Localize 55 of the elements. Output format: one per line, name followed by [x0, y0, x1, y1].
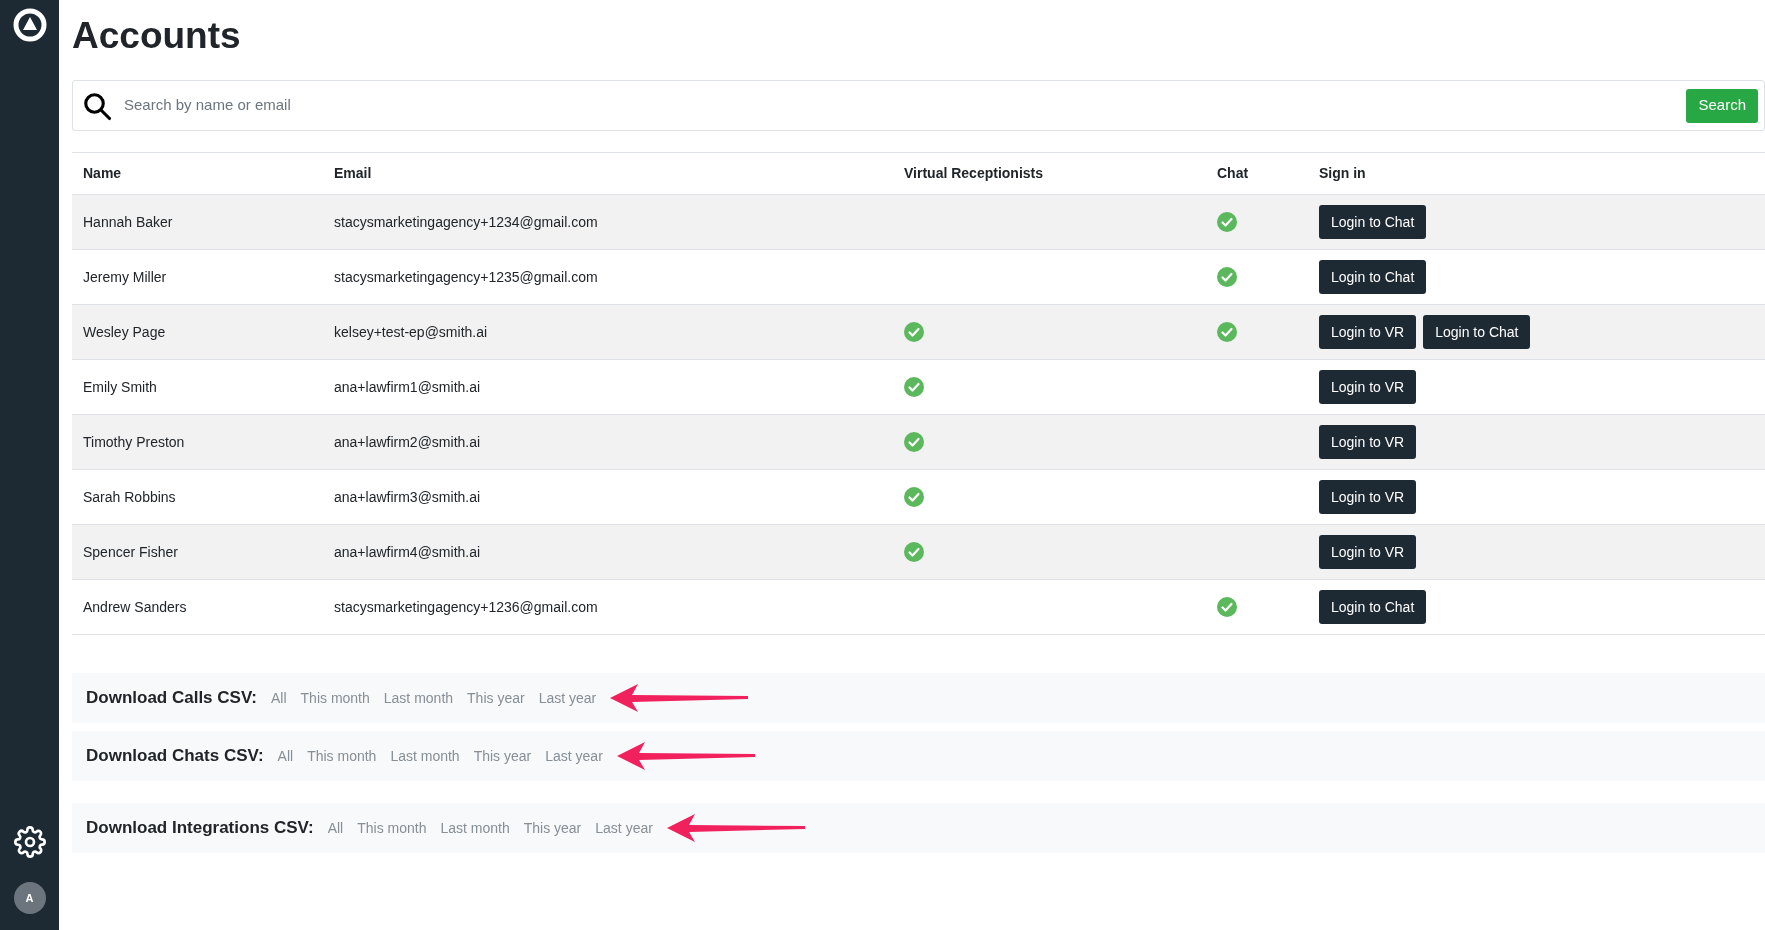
column-header: Sign in [1319, 165, 1366, 181]
email-cell: ana+lawfirm4@smith.ai [334, 543, 481, 560]
date-range-link[interactable]: Last month [390, 745, 460, 767]
column-header: Chat [1217, 165, 1249, 181]
name-cell: Andrew Sanders [83, 598, 187, 615]
download-label: Download Integrations CSV: [86, 817, 314, 840]
date-range-link[interactable]: This month [357, 817, 427, 839]
date-range-link[interactable]: This year [523, 817, 582, 839]
login-button[interactable]: Login to Chat [1319, 260, 1427, 294]
email-cell: kelsey+test-ep@smith.ai [334, 323, 488, 340]
name-cell: Jeremy Miller [83, 268, 167, 285]
date-range-link[interactable]: Last year [538, 687, 597, 709]
login-button[interactable]: Login to VR [1319, 315, 1417, 349]
user-avatar[interactable]: A [13, 882, 46, 914]
date-range-link[interactable]: Last year [545, 745, 603, 767]
login-button[interactable]: Login to VR [1319, 480, 1417, 514]
name-cell: Hannah Baker [83, 213, 173, 230]
name-cell: Sarah Robbins [83, 488, 176, 505]
page-title: Accounts [72, 17, 241, 54]
date-range-link[interactable]: Last year [595, 817, 653, 839]
date-range-link[interactable]: Last month [383, 687, 454, 709]
settings-icon[interactable] [13, 826, 46, 858]
name-cell: Spencer Fisher [83, 543, 178, 560]
logo-icon[interactable] [12, 8, 47, 42]
email-cell: ana+lawfirm3@smith.ai [334, 488, 481, 505]
email-cell: stacysmarketingagency+1234@gmail.com [334, 213, 598, 230]
email-cell: stacysmarketingagency+1236@gmail.com [334, 598, 598, 615]
search-button[interactable]: Search [1686, 88, 1758, 123]
date-range-link[interactable]: This month [307, 745, 377, 767]
date-range-link[interactable]: This year [467, 687, 525, 709]
name-cell: Wesley Page [83, 323, 166, 340]
date-range-link[interactable]: All [277, 745, 294, 767]
name-cell: Emily Smith [83, 378, 157, 395]
date-range-link[interactable]: Last month [440, 817, 510, 839]
login-button[interactable]: Login to VR [1319, 535, 1417, 569]
date-range-link[interactable]: This year [473, 745, 532, 767]
download-label: Download Chats CSV: [86, 745, 264, 768]
login-button[interactable]: Login to VR [1319, 425, 1417, 459]
email-cell: stacysmarketingagency+1235@gmail.com [334, 268, 598, 285]
name-cell: Timothy Preston [83, 433, 185, 450]
date-range-link[interactable]: This month [300, 687, 370, 709]
email-cell: ana+lawfirm2@smith.ai [334, 433, 481, 450]
login-button[interactable]: Login to Chat [1319, 205, 1427, 239]
column-header: Name [83, 165, 122, 181]
column-header: Virtual Receptionists [904, 165, 1043, 181]
search-field[interactable]: Search by name or email Search [72, 80, 1765, 131]
search-icon [82, 90, 112, 121]
date-range-link[interactable]: All [327, 817, 344, 839]
download-label: Download Calls CSV: [86, 687, 257, 710]
date-range-link[interactable]: All [271, 687, 287, 709]
email-cell: ana+lawfirm1@smith.ai [334, 378, 481, 395]
column-header: Email [334, 165, 372, 181]
login-button[interactable]: Login to VR [1319, 370, 1417, 404]
login-button[interactable]: Login to Chat [1423, 315, 1531, 349]
login-button[interactable]: Login to Chat [1319, 590, 1427, 624]
